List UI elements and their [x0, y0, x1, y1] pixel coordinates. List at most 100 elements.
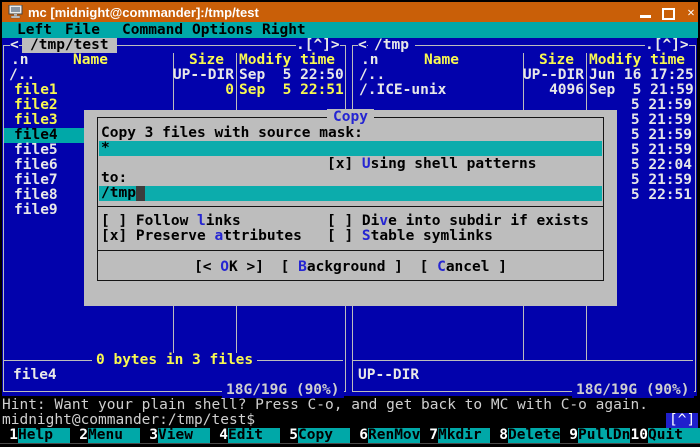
- file-name: /..: [9, 68, 35, 83]
- left-panel-back-arrow[interactable]: <: [10, 38, 19, 53]
- right-panel-path[interactable]: /tmp: [368, 38, 415, 53]
- text-cursor: [136, 186, 145, 201]
- left-free-space: 18G/19G (90%): [222, 383, 344, 398]
- button-text: [<: [194, 259, 220, 275]
- menu-file[interactable]: File: [65, 22, 100, 38]
- button-text: ackground ]: [307, 259, 403, 275]
- source-mask-value: *: [101, 140, 110, 156]
- destination-input[interactable]: /tmp: [99, 186, 602, 201]
- dive-into-subdir-checkbox[interactable]: [ ] Dive into subdir if exists: [327, 214, 589, 229]
- command-prompt[interactable]: midnight@commander:/tmp/test$: [2, 413, 255, 428]
- stable-symlinks-checkbox[interactable]: [ ] Stable symlinks: [327, 229, 493, 244]
- fkey-help[interactable]: 1Help: [0, 428, 70, 443]
- fkey-delete[interactable]: 8Delete: [490, 428, 560, 443]
- fkey-number: 8: [490, 428, 508, 443]
- follow-links-checkbox[interactable]: [ ] Follow links: [101, 214, 241, 229]
- left-header-mtime[interactable]: Modify time: [239, 53, 335, 68]
- fkey-edit[interactable]: 4Edit: [210, 428, 280, 443]
- left-header-size[interactable]: Size: [189, 53, 224, 68]
- minimize-button[interactable]: [640, 15, 651, 18]
- menu-bar: Left File Command Options Right: [2, 22, 698, 38]
- file-mtime: Sep 5 22:50: [239, 68, 344, 83]
- file-name: file3: [14, 113, 58, 128]
- fkey-menu[interactable]: 2Menu: [70, 428, 140, 443]
- file-name: file4: [14, 128, 58, 143]
- fkey-number: 9: [560, 428, 578, 443]
- checkbox-label: ttributes: [223, 228, 302, 244]
- fkey-view[interactable]: 3View: [140, 428, 210, 443]
- right-panel-back-arrow[interactable]: <: [358, 38, 367, 53]
- hotkey-letter: S: [362, 228, 371, 244]
- fkey-number: 10: [630, 428, 648, 443]
- hotkey-letter: B: [298, 259, 307, 275]
- right-header-name[interactable]: Name: [424, 53, 459, 68]
- fkey-label: Edit: [228, 428, 280, 443]
- left-sort-indicator[interactable]: .n: [11, 53, 28, 68]
- file-size: 0: [150, 83, 234, 98]
- background-button[interactable]: [ Background ]: [281, 259, 403, 275]
- file-size: UP--DIR: [150, 68, 234, 83]
- fkey-label: View: [158, 428, 210, 443]
- fkey-copy[interactable]: 5Copy: [280, 428, 350, 443]
- cancel-button[interactable]: [ Cancel ]: [420, 259, 507, 275]
- hotkey-letter: O: [220, 259, 229, 275]
- fkey-number: 6: [350, 428, 368, 443]
- fkey-label: Menu: [88, 428, 140, 443]
- file-mtime: Sep 5 21:59: [589, 83, 694, 98]
- right-panel-corner[interactable]: .[^]>: [645, 38, 689, 53]
- fkey-label: RenMov: [368, 428, 420, 443]
- fkey-label: Help: [18, 428, 70, 443]
- file-name: file1: [14, 83, 58, 98]
- fkey-quit[interactable]: 10Quit: [630, 428, 700, 443]
- ok-button[interactable]: [< OK >]: [194, 259, 264, 275]
- shell-patterns-checkbox[interactable]: [x] Using shell patterns: [327, 157, 537, 172]
- file-name: file5: [14, 143, 58, 158]
- fkey-mkdir[interactable]: 7Mkdir: [420, 428, 490, 443]
- title-bar: mc [midnight@commander]:/tmp/test ✕: [2, 2, 698, 22]
- preserve-attributes-checkbox[interactable]: [x] Preserve attributes: [101, 229, 302, 244]
- right-sort-indicator[interactable]: .n: [361, 53, 378, 68]
- file-size: UP--DIR: [500, 68, 584, 83]
- left-panel-path[interactable]: /tmp/test: [22, 38, 117, 53]
- file-name: /.ICE-unix: [359, 83, 446, 98]
- left-header-name[interactable]: Name: [73, 53, 108, 68]
- left-panel-corner[interactable]: .[^]>: [296, 38, 340, 53]
- file-name: /..: [359, 68, 385, 83]
- dialog-section-divider-2: [97, 250, 604, 251]
- hotkey-letter: C: [437, 259, 446, 275]
- file-name: file6: [14, 158, 58, 173]
- button-text: K >]: [229, 259, 264, 275]
- button-text: ancel ]: [446, 259, 507, 275]
- dialog-section-divider-1: [97, 206, 604, 207]
- close-button[interactable]: ✕: [684, 5, 698, 20]
- right-header-size[interactable]: Size: [539, 53, 574, 68]
- history-badge[interactable]: [^]: [666, 413, 698, 428]
- copy-dialog: Copy Copy 3 files with source mask: * [x…: [84, 110, 617, 306]
- maximize-button[interactable]: [662, 8, 675, 20]
- file-mtime: Jun 16 17:25: [589, 68, 694, 83]
- checkbox-label: inks: [206, 213, 241, 229]
- dialog-title: Copy: [84, 110, 617, 125]
- file-name: file9: [14, 203, 58, 218]
- hotkey-letter: U: [362, 156, 371, 172]
- fkey-number: 2: [70, 428, 88, 443]
- fkey-number: 4: [210, 428, 228, 443]
- source-mask-label: Copy 3 files with source mask:: [101, 126, 363, 141]
- menu-options[interactable]: Options: [192, 22, 253, 38]
- checkbox-state: [x] Preserve: [101, 228, 215, 244]
- file-size: 4096: [500, 83, 584, 98]
- to-label: to:: [101, 171, 127, 186]
- terminal-icon: [8, 5, 24, 19]
- fkey-pulldn[interactable]: 9PullDn: [560, 428, 630, 443]
- fkey-label: Delete: [508, 428, 560, 443]
- menu-left[interactable]: Left: [17, 22, 52, 38]
- source-mask-input[interactable]: *: [99, 141, 602, 156]
- right-header-mtime[interactable]: Modify time: [589, 53, 685, 68]
- window-title: mc [midnight@commander]:/tmp/test: [28, 5, 259, 20]
- hotkey-letter: a: [215, 228, 224, 244]
- checkbox-state: [ ] Follow: [101, 213, 197, 229]
- left-marked-summary: 0 bytes in 3 files: [92, 353, 257, 368]
- menu-command[interactable]: Command: [122, 22, 183, 38]
- fkey-renmov[interactable]: 6RenMov: [350, 428, 420, 443]
- menu-right[interactable]: Right: [262, 22, 306, 38]
